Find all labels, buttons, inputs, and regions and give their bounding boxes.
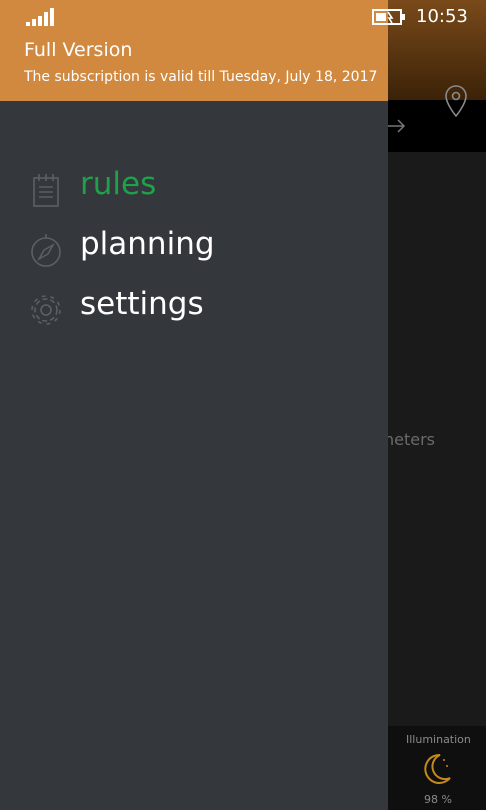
notepad-icon: [33, 174, 59, 207]
signal-strength-icon: [26, 8, 54, 26]
battery-charging-icon: [372, 9, 405, 25]
banner-subtitle: The subscription is valid till Tuesday, …: [24, 69, 378, 85]
status-time: 10:53: [416, 6, 468, 27]
menu-item-planning[interactable]: planning: [0, 224, 388, 280]
menu-item-label: settings: [80, 286, 204, 322]
compass-icon: [31, 234, 61, 267]
location-pin-icon[interactable]: [444, 84, 468, 118]
menu-item-settings[interactable]: settings: [0, 284, 388, 340]
illumination-label: Illumination: [406, 733, 471, 746]
navigation-drawer: Full Version The subscription is valid t…: [0, 0, 388, 810]
meters-text: neters: [384, 430, 436, 449]
menu-item-label: planning: [80, 226, 215, 262]
banner-title: Full Version: [24, 39, 133, 61]
subscription-banner[interactable]: Full Version The subscription is valid t…: [0, 0, 388, 101]
arrow-right-icon[interactable]: [386, 114, 406, 138]
moon-icon: [424, 753, 451, 784]
menu-item-label: rules: [80, 166, 157, 202]
menu-item-rules[interactable]: rules: [0, 164, 388, 220]
gear-icon: [31, 295, 61, 325]
illumination-value: 98 %: [424, 793, 452, 806]
